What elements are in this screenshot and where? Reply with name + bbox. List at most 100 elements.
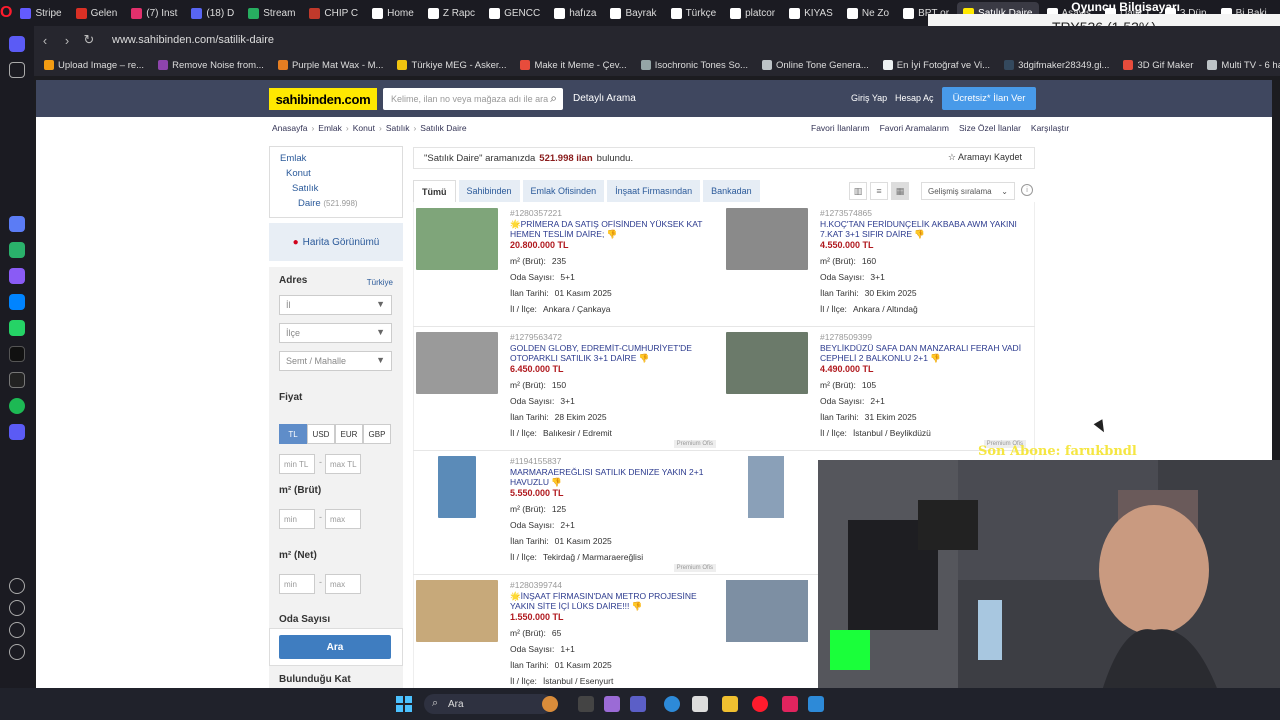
browser-tab[interactable]: Türkçe (665, 2, 723, 24)
site-search-input[interactable]: Kelime, ilan no veya mağaza adı ile ara … (383, 88, 563, 110)
bookmark-item[interactable]: Remove Noise from... (158, 60, 264, 71)
category-emlak[interactable]: Emlak (280, 153, 392, 164)
listing-card[interactable]: #1278509399 BEYLİKDÜZÜ SAFA DAN MANZARALI… (726, 332, 1026, 448)
table-view-icon[interactable]: ▥ (849, 182, 867, 200)
listing-title[interactable]: GOLDEN GLOBY, EDREMİT-CUMHURİYET'DE OTOP… (510, 343, 714, 363)
sort-select[interactable]: Gelişmiş sıralama ⌄ (921, 182, 1015, 200)
bookmark-item[interactable]: Türkiye MEG - Asker... (397, 60, 506, 71)
info-icon[interactable]: i (1021, 184, 1033, 196)
browser-tab[interactable]: Ne Zo (841, 2, 895, 24)
lightbulb-icon[interactable] (9, 644, 25, 660)
browser-tab[interactable]: (7) Inst (125, 2, 183, 24)
explorer-icon[interactable] (722, 696, 738, 712)
breadcrumb-item[interactable]: Satılık (386, 123, 410, 133)
url-field[interactable]: www.sahibinden.com/satilik-daire (112, 34, 274, 46)
ai-icon[interactable] (9, 216, 25, 232)
listing-title[interactable]: Marmaraereğlisi satılık denize yakın 2+1… (510, 467, 714, 487)
back-icon[interactable]: ‹ (34, 33, 56, 48)
result-tab[interactable]: Tümü (413, 180, 456, 202)
app-taskbar-icon[interactable] (808, 696, 824, 712)
app-taskbar-icon[interactable] (782, 696, 798, 712)
list-view-icon[interactable]: ≡ (870, 182, 888, 200)
listing-thumbnail[interactable] (416, 208, 498, 270)
top-link[interactable]: Favori İlanlarım (811, 123, 870, 133)
listing-thumbnail[interactable] (748, 456, 784, 518)
taskbar-search[interactable]: ⌕ Ara (424, 694, 552, 714)
reload-icon[interactable]: ↻ (78, 32, 100, 48)
breadcrumb-item[interactable]: Emlak (318, 123, 342, 133)
bookmark-item[interactable]: Purple Mat Wax - M... (277, 60, 383, 71)
chatgpt-icon[interactable] (9, 242, 25, 258)
bookmark-item[interactable]: Online Tone Genera... (761, 60, 869, 71)
listing-card[interactable]: #1194155837 Marmaraereğlisi satılık deniz… (416, 456, 716, 572)
district-select[interactable]: İlçe ▼ (279, 323, 392, 343)
top-link[interactable]: Size Özel İlanlar (959, 123, 1021, 133)
max-gross-area-input[interactable]: max (325, 509, 361, 529)
listing-thumbnail[interactable] (438, 456, 476, 518)
listing-thumbnail[interactable] (726, 332, 808, 394)
browser-tab[interactable]: KIYAS (783, 2, 839, 24)
store-icon[interactable] (692, 696, 708, 712)
browser-tab[interactable]: hafıza (548, 2, 602, 24)
category-konut[interactable]: Konut (280, 168, 392, 179)
copilot-icon[interactable] (604, 696, 620, 712)
min-gross-area-input[interactable]: min (279, 509, 315, 529)
top-link[interactable]: Favori Aramalarım (880, 123, 949, 133)
bookmark-item[interactable]: 3D Gif Maker (1123, 60, 1193, 71)
neighborhood-select[interactable]: Semt / Mahalle ▼ (279, 351, 392, 371)
bookmark-item[interactable]: 3dgifmaker28349.gi... (1004, 60, 1109, 71)
tiktok-icon[interactable] (9, 346, 25, 362)
whatsapp-icon[interactable] (9, 320, 25, 336)
province-select[interactable]: İl ▼ (279, 295, 392, 315)
taskview-icon[interactable] (578, 696, 594, 712)
spotify-icon[interactable] (9, 398, 25, 414)
bookmark-item[interactable]: Make it Meme - Çev... (520, 60, 627, 71)
breadcrumb-item[interactable]: Satılık Daire (420, 123, 466, 133)
max-price-input[interactable]: max TL (325, 454, 361, 474)
category-satilik[interactable]: Satılık (280, 183, 392, 194)
listing-title[interactable]: 🌟PRİMERA DA SATIŞ OFİSİNDEN YÜKSEK KAT H… (510, 219, 714, 239)
teams-icon[interactable] (630, 696, 646, 712)
currency-button[interactable]: GBP (363, 424, 391, 444)
map-view-button[interactable]: ● Harita Görünümü (269, 223, 403, 261)
browser-tab[interactable]: CHIP C (303, 2, 364, 24)
listing-thumbnail[interactable] (726, 580, 808, 642)
breadcrumb-item[interactable]: Anasayfa (272, 123, 307, 133)
history-icon[interactable] (9, 600, 25, 616)
save-search-link[interactable]: ☆ Aramayı Kaydet (948, 152, 1022, 163)
bookmark-item[interactable]: En İyi Fotoğraf ve Vi... (882, 60, 990, 71)
forward-icon[interactable]: › (56, 33, 78, 48)
messenger-icon[interactable] (9, 294, 25, 310)
search-icon[interactable]: ⌕ (550, 91, 557, 106)
edge-icon[interactable] (664, 696, 680, 712)
opera-taskbar-icon[interactable] (752, 696, 768, 712)
result-tab[interactable]: Emlak Ofisinden (522, 180, 605, 202)
browser-tab[interactable]: platcor (724, 2, 781, 24)
grid-view-icon[interactable]: ▦ (891, 182, 909, 200)
listing-title[interactable]: 🌟İNŞAAT FİRMASIN'DAN METRO PROJESİNE YAK… (510, 591, 714, 611)
listing-title[interactable]: BEYLİKDÜZÜ SAFA DAN MANZARALI FERAH VADİ… (820, 343, 1024, 363)
listing-thumbnail[interactable] (416, 580, 498, 642)
browser-tab[interactable]: Stripe (14, 2, 67, 24)
breadcrumb-item[interactable]: Konut (353, 123, 375, 133)
heart-icon[interactable] (9, 578, 25, 594)
min-net-area-input[interactable]: min (279, 574, 315, 594)
app-icon[interactable] (9, 268, 25, 284)
bookmark-item[interactable]: Multi TV - 6 haber k... (1207, 60, 1280, 71)
result-tab[interactable]: İnşaat Firmasından (607, 180, 701, 202)
currency-button[interactable]: EUR (335, 424, 363, 444)
browser-tab[interactable]: (18) D (185, 2, 240, 24)
browser-tab[interactable]: GENCC (483, 2, 546, 24)
country-link[interactable]: Türkiye (367, 278, 393, 287)
listing-card[interactable]: #1279563472 GOLDEN GLOBY, EDREMİT-CUMHURİ… (416, 332, 716, 448)
browser-tab[interactable]: Bayrak (604, 2, 662, 24)
search-button[interactable]: Ara (279, 635, 391, 659)
listing-title[interactable]: H.KOÇ'TAN FERİDUNÇELİK AKBABA AWM YAKINI… (820, 219, 1024, 239)
top-link[interactable]: Karşılaştır (1031, 123, 1069, 133)
browser-tab[interactable]: Gelen (70, 2, 124, 24)
weather-icon[interactable] (542, 696, 558, 712)
currency-button[interactable]: USD (307, 424, 335, 444)
star-icon[interactable] (9, 62, 25, 78)
max-net-area-input[interactable]: max (325, 574, 361, 594)
settings-icon[interactable] (9, 622, 25, 638)
